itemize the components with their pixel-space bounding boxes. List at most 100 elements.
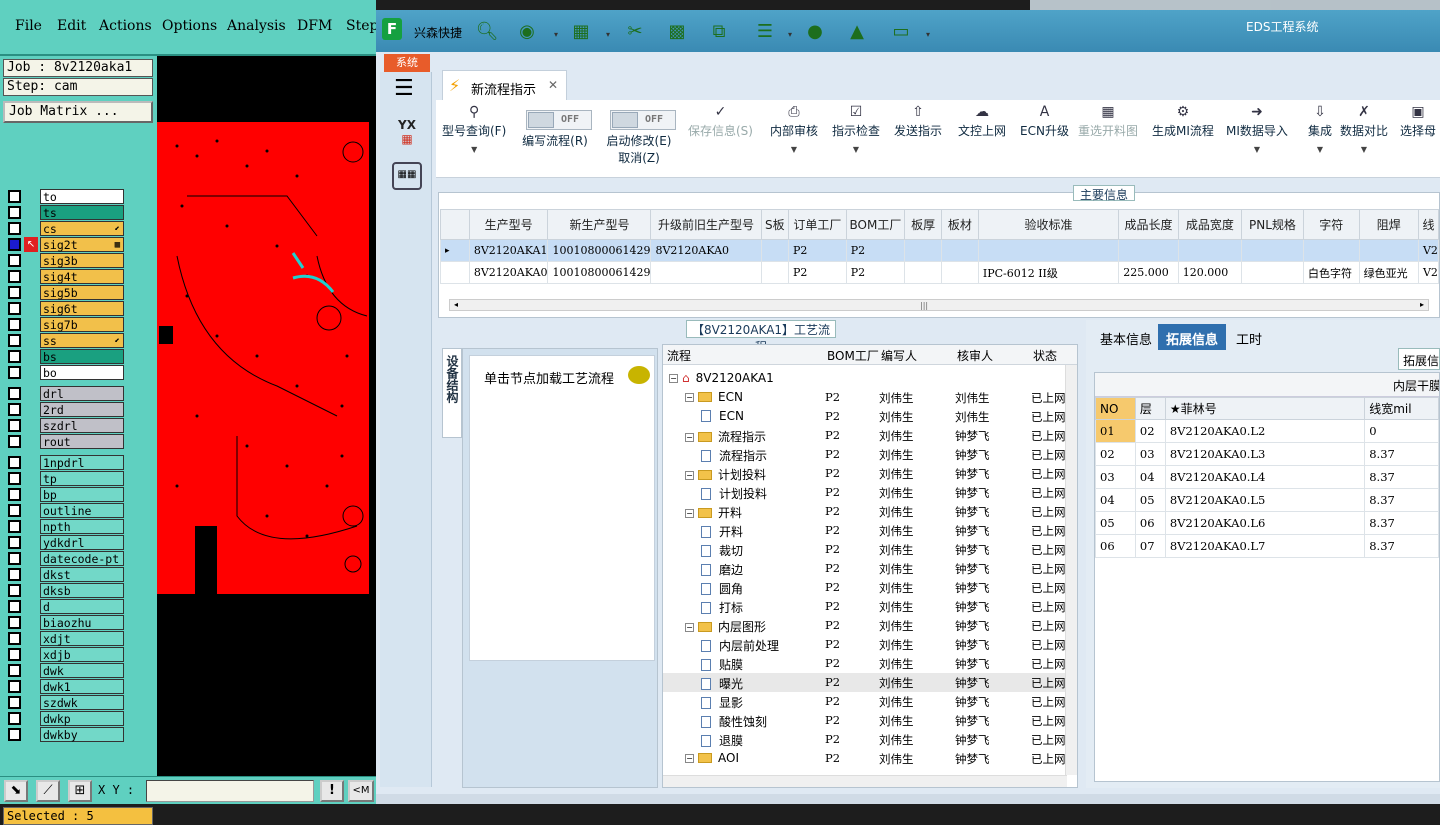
grid-cell[interactable]: P2	[787, 239, 847, 262]
ext-cell[interactable]: 02	[1095, 442, 1136, 466]
layer-checkbox[interactable]	[8, 616, 21, 629]
grid-header-cell[interactable]: 升级前旧生产型号	[650, 209, 762, 240]
layer-name[interactable]: dwk1	[40, 679, 124, 694]
grid-header-cell[interactable]: 成品长度	[1118, 209, 1179, 240]
grid-header-cell[interactable]: PNL规格	[1240, 209, 1304, 240]
ext-cell[interactable]: 8V2120AKA0.L2	[1164, 419, 1366, 443]
table-icon[interactable]: ▦	[568, 20, 594, 44]
tree-row[interactable]: 退膜 P2 刘伟生 钟梦飞 已上网	[663, 730, 1067, 749]
system-tab[interactable]: 系统	[384, 54, 430, 72]
grid-header-cell[interactable]: 阻焊	[1358, 209, 1419, 240]
ribbon-button-8[interactable]: A ECN升级	[1020, 104, 1069, 174]
layer-checkbox[interactable]	[8, 254, 21, 267]
tree-row[interactable]: 裁切 P2 刘伟生 钟梦飞 已上网	[663, 540, 1067, 559]
layer-row[interactable]: sig3b	[6, 253, 126, 268]
layer-row[interactable]: sig7b	[6, 317, 126, 332]
grid-header-cell[interactable]: 订单工厂	[787, 209, 847, 240]
tree-row[interactable]: − AOI P2 刘伟生 钟梦飞 已上网	[663, 749, 1067, 768]
layer-row[interactable]: biaozhu	[6, 615, 126, 630]
layer-name[interactable]: sig6t	[40, 301, 124, 316]
layer-checkbox[interactable]	[8, 435, 21, 448]
layer-name[interactable]: sig5b	[40, 285, 124, 300]
ext-cell[interactable]: 8.37	[1364, 534, 1439, 558]
tree-node[interactable]: 内层前处理	[701, 637, 779, 654]
layer-name[interactable]: to	[40, 189, 124, 204]
search-icon[interactable]: 🔍︎	[474, 20, 500, 44]
menu-edit[interactable]: Edit	[57, 18, 86, 34]
graphic-canvas[interactable]	[157, 56, 376, 776]
grid-cell[interactable]: P2	[845, 239, 906, 262]
layer-name[interactable]: dwkp	[40, 711, 124, 726]
copy-icon[interactable]: ⧉	[706, 20, 732, 44]
ribbon-button-13[interactable]: ✗ 数据对比 ▼	[1340, 104, 1388, 174]
ext-cell[interactable]: 05	[1095, 511, 1136, 535]
tab-work-hours[interactable]: 工时	[1228, 324, 1270, 350]
grid-cell[interactable]: 8V2120AKA1	[468, 239, 549, 262]
tree-node[interactable]: 计划投料	[701, 485, 767, 502]
col-bom-factory[interactable]: BOM工厂	[827, 347, 879, 364]
ext-cell[interactable]: 01	[1095, 419, 1136, 443]
tree-node[interactable]: 贴膜	[701, 656, 743, 673]
layer-name[interactable]: 1npdrl	[40, 455, 124, 470]
ribbon-button-11[interactable]: ➜ MI数据导入 ▼	[1226, 104, 1288, 174]
grid-header-cell[interactable]: 线	[1417, 209, 1440, 240]
tree-row[interactable]: 内层前处理 P2 刘伟生 钟梦飞 已上网	[663, 635, 1067, 654]
tree-row[interactable]: 显影 P2 刘伟生 钟梦飞 已上网	[663, 692, 1067, 711]
tree-row[interactable]: ECN P2 刘伟生 刘伟生 已上网	[663, 407, 1067, 426]
monitor-icon[interactable]: ▭	[888, 20, 914, 44]
ext-header-cell[interactable]: NO	[1095, 397, 1136, 420]
tree-node[interactable]: − ECN	[685, 390, 743, 404]
chevron-down-icon[interactable]: ▼	[1226, 145, 1288, 154]
snap-icon[interactable]: ⬊	[4, 780, 28, 802]
factory-icon[interactable]: YX ▦	[390, 118, 424, 148]
ext-cell[interactable]: 03	[1095, 465, 1136, 489]
toggle-switch[interactable]: OFF	[526, 110, 592, 132]
collapse-icon[interactable]: −	[685, 393, 694, 402]
table-row[interactable]: 8V2120AKA0 10010800061429 P2 P2 IPC-6012 II级…	[440, 261, 1440, 284]
col-status[interactable]: 状态	[1033, 347, 1057, 364]
tree-node[interactable]: 酸性蚀刻	[701, 713, 767, 730]
grid-cell[interactable]	[760, 261, 789, 284]
layer-checkbox[interactable]	[8, 403, 21, 416]
grid-cell[interactable]: 白色字符	[1302, 261, 1360, 284]
chevron-down-icon[interactable]: ▼	[1340, 145, 1388, 154]
tree-row[interactable]: 酸性蚀刻 P2 刘伟生 钟梦飞 已上网	[663, 711, 1067, 730]
layer-checkbox[interactable]	[8, 632, 21, 645]
table-row[interactable]: 04 05 8V2120AKA0.L5 8.37	[1095, 488, 1439, 512]
ribbon-button-0[interactable]: ⚲ 型号查询(F) ▼	[442, 104, 506, 174]
grid-header-cell[interactable]: 板厚	[904, 209, 943, 240]
layer-checkbox[interactable]	[8, 568, 21, 581]
warning-icon[interactable]: !	[320, 780, 344, 802]
tree-node[interactable]: − ⌂ 8V2120AKA1	[669, 371, 774, 385]
layer-name[interactable]: xdjt	[40, 631, 124, 646]
layer-row[interactable]: ts	[6, 205, 126, 220]
chart-icon[interactable]: ▲	[844, 20, 870, 44]
layer-checkbox[interactable]	[8, 387, 21, 400]
layer-name[interactable]: d	[40, 599, 124, 614]
layer-row[interactable]: sig5b	[6, 285, 126, 300]
device-tree-area[interactable]: 单击节点加载工艺流程	[469, 355, 655, 661]
layer-checkbox[interactable]	[8, 488, 21, 501]
tree-row[interactable]: 计划投料 P2 刘伟生 钟梦飞 已上网	[663, 483, 1067, 502]
menu-options[interactable]: Options	[162, 18, 217, 34]
layer-row[interactable]: sig6t	[6, 301, 126, 316]
table-row[interactable]: 06 07 8V2120AKA0.L7 8.37	[1095, 534, 1439, 558]
layer-row[interactable]: bs	[6, 349, 126, 364]
ribbon-button-7[interactable]: ☁ 文控上网	[958, 104, 1006, 174]
tree-node[interactable]: 流程指示	[701, 447, 767, 464]
grid-header-cell[interactable]: 新生产型号	[547, 209, 652, 240]
grid-cell[interactable]: IPC-6012 II级	[977, 261, 1120, 284]
layer-name[interactable]: tp	[40, 471, 124, 486]
ext-cell[interactable]: 06	[1095, 534, 1136, 558]
ribbon-button-10[interactable]: ⚙ 生成MI流程	[1152, 104, 1214, 174]
layer-checkbox[interactable]	[8, 552, 21, 565]
ext-cell[interactable]: 8V2120AKA0.L4	[1164, 465, 1366, 489]
tree-row[interactable]: − ⌂ 8V2120AKA1	[663, 369, 1067, 388]
layer-row[interactable]: dksb	[6, 583, 126, 598]
layer-row[interactable]: dwkp	[6, 711, 126, 726]
layer-row[interactable]: szdwk	[6, 695, 126, 710]
grid-cell[interactable]: 225.000	[1118, 261, 1179, 284]
ext-cell[interactable]: 8.37	[1364, 442, 1439, 466]
layer-name[interactable]: sig2t ▦	[40, 237, 124, 252]
tab-basic-info[interactable]: 基本信息	[1092, 324, 1160, 350]
